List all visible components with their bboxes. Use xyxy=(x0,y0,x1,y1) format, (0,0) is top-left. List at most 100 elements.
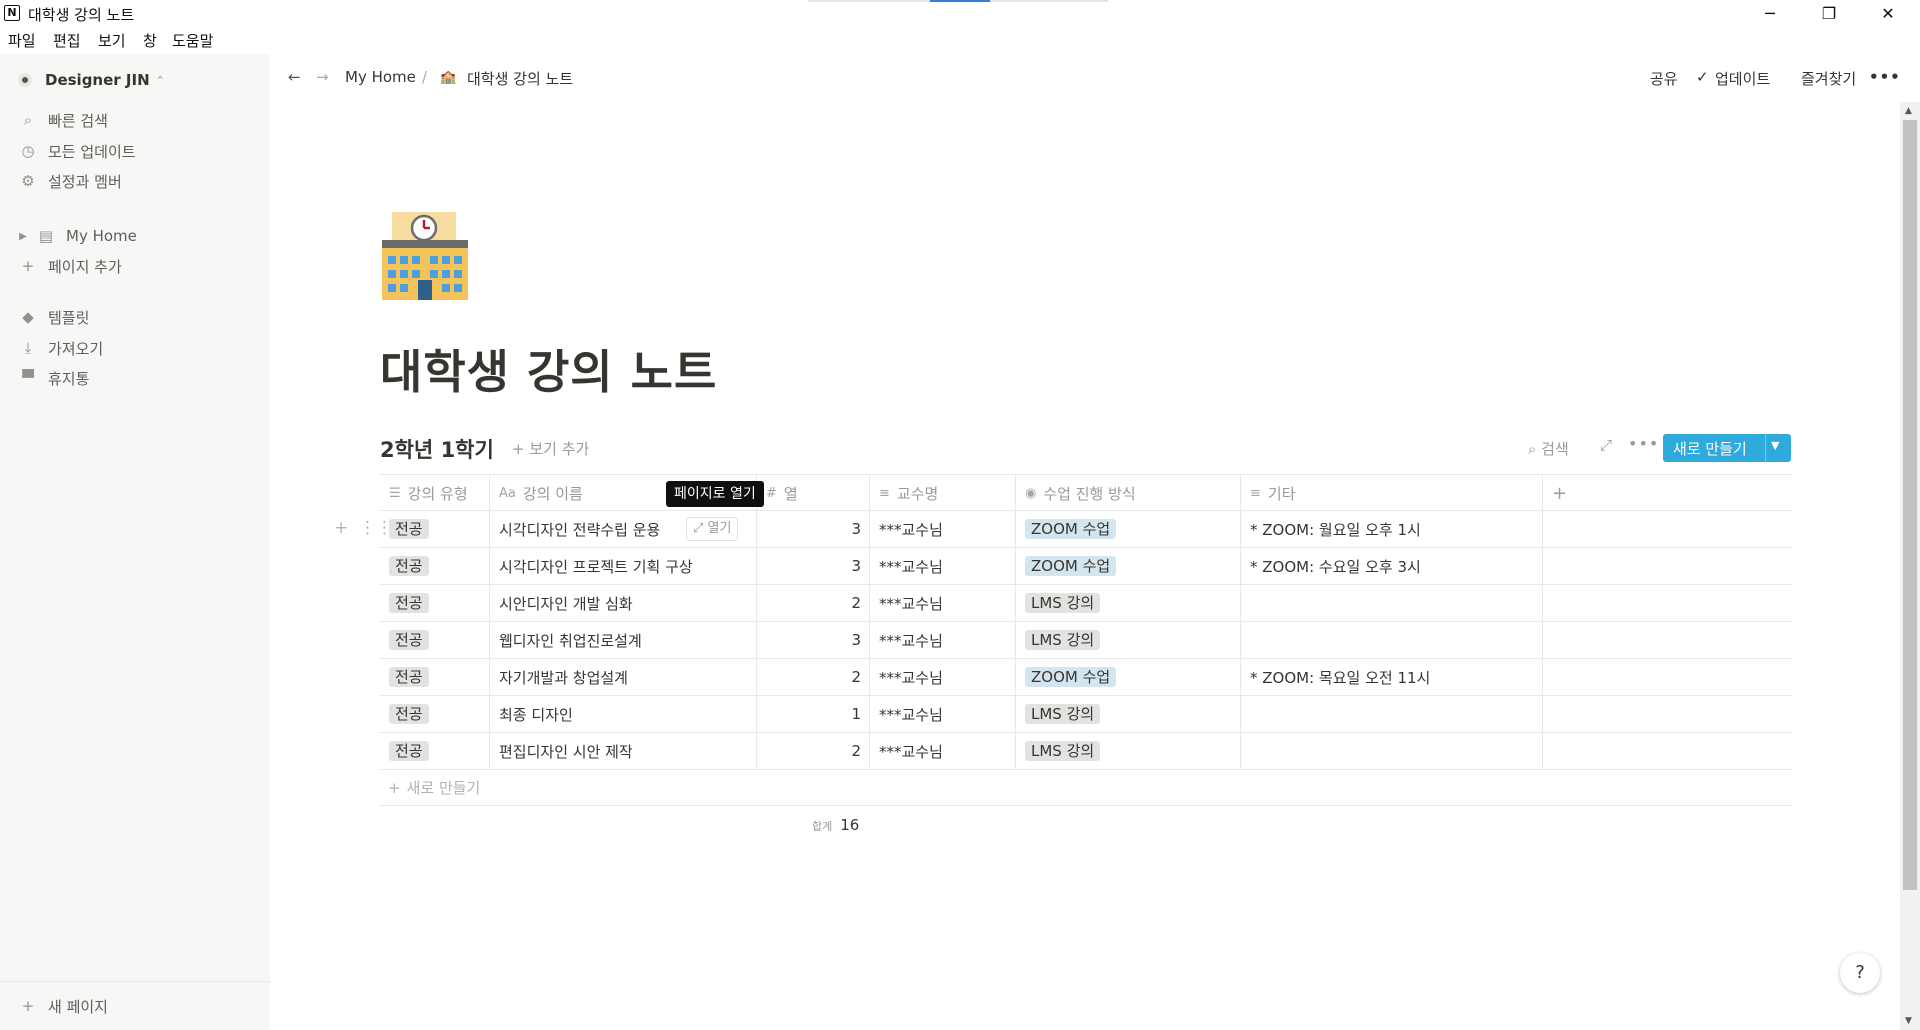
cell-name[interactable]: 자기개발과 창업설계 xyxy=(490,659,757,695)
sidebar-item-import[interactable]: ⤓ 가져오기 xyxy=(0,334,270,362)
menu-bar: 파일 편집 보기 창 도움말 xyxy=(0,28,1920,52)
column-header-credits[interactable]: # 열 xyxy=(757,475,870,511)
cell-method[interactable]: ZOOM 수업 xyxy=(1016,511,1241,547)
table-row[interactable]: 전공 웹디자인 취업진로설계 3 ***교수님 LMS 강의 xyxy=(380,622,1792,659)
table-row[interactable]: 전공 최종 디자인 1 ***교수님 LMS 강의 xyxy=(380,696,1792,733)
cell-name[interactable]: 편집디자인 시안 제작 xyxy=(490,733,757,769)
menu-help[interactable]: 도움말 xyxy=(172,30,213,51)
more-options-button[interactable]: ••• xyxy=(1869,68,1901,86)
minimize-button[interactable]: ─ xyxy=(1747,0,1793,28)
sidebar-item-quick-search[interactable]: ⌕ 빠른 검색 xyxy=(0,106,270,134)
breadcrumb-current-page[interactable]: 대학생 강의 노트 xyxy=(467,68,573,89)
cell-type[interactable]: 전공 xyxy=(380,622,490,658)
cell-notes[interactable] xyxy=(1241,733,1543,769)
database-view-title[interactable]: 2학년 1학기 xyxy=(380,434,494,464)
cell-credits[interactable]: 3 xyxy=(757,548,870,584)
more-icon[interactable]: ••• xyxy=(1628,434,1659,453)
database-search-button[interactable]: ⌕ 검색 xyxy=(1528,438,1569,459)
sidebar-item-trash[interactable]: ▀ 휴지통 xyxy=(0,364,270,392)
page-title[interactable]: 대학생 강의 노트 xyxy=(380,336,717,402)
cell-method[interactable]: ZOOM 수업 xyxy=(1016,659,1241,695)
sidebar-item-templates[interactable]: ◆ 템플릿 xyxy=(0,303,270,331)
menu-view[interactable]: 보기 xyxy=(98,30,126,51)
caret-right-icon[interactable]: ▶ xyxy=(16,231,30,242)
cell-professor[interactable]: ***교수님 xyxy=(870,696,1016,732)
cell-professor[interactable]: ***교수님 xyxy=(870,511,1016,547)
cell-method[interactable]: LMS 강의 xyxy=(1016,622,1241,658)
sidebar-item-settings[interactable]: ⚙ 설정과 멤버 xyxy=(0,167,270,195)
column-header-professor[interactable]: ≡ 교수명 xyxy=(870,475,1016,511)
table-row[interactable]: 전공 시각디자인 프로젝트 기획 구상 3 ***교수님 ZOOM 수업 * ZOOM: … xyxy=(380,548,1792,585)
favorites-button[interactable]: 즐겨찾기 xyxy=(1801,68,1856,89)
cell-method[interactable]: LMS 강의 xyxy=(1016,585,1241,621)
cell-credits[interactable]: 1 xyxy=(757,696,870,732)
close-button[interactable]: ✕ xyxy=(1865,0,1911,28)
add-column-button[interactable]: + xyxy=(1543,475,1792,511)
cell-method[interactable]: ZOOM 수업 xyxy=(1016,548,1241,584)
cell-name[interactable]: 최종 디자인 xyxy=(490,696,757,732)
row-drag-handle[interactable]: + ⋮⋮ xyxy=(334,518,393,538)
table-row[interactable]: 전공 자기개발과 창업설계 2 ***교수님 ZOOM 수업 * ZOOM: 목요일 오전… xyxy=(380,659,1792,696)
table-row[interactable]: 전공 편집디자인 시안 제작 2 ***교수님 LMS 강의 xyxy=(380,733,1792,770)
sidebar-add-page[interactable]: + 페이지 추가 xyxy=(0,252,270,280)
new-record-button[interactable]: 새로 만들기 ▼ xyxy=(1663,434,1791,462)
cell-name[interactable]: 시각디자인 프로젝트 기획 구상 xyxy=(490,548,757,584)
add-view-button[interactable]: + 보기 추가 xyxy=(512,438,589,459)
scroll-down-arrow-icon[interactable]: ▼ xyxy=(1905,1016,1912,1026)
school-building-icon[interactable] xyxy=(380,210,472,302)
back-arrow-icon[interactable]: ← xyxy=(288,68,301,86)
cell-name[interactable]: 시안디자인 개발 심화 xyxy=(490,585,757,621)
cell-type[interactable]: 전공 xyxy=(380,733,490,769)
new-row-button[interactable]: + 새로 만들기 xyxy=(380,770,1792,806)
new-page-button[interactable]: + 새 페이지 xyxy=(0,992,270,1020)
cell-method[interactable]: LMS 강의 xyxy=(1016,733,1241,769)
cell-type[interactable]: 전공 xyxy=(380,511,490,547)
cell-credits[interactable]: 3 xyxy=(757,622,870,658)
cell-professor[interactable]: ***교수님 xyxy=(870,548,1016,584)
vertical-scrollbar[interactable]: ▲ ▼ xyxy=(1900,102,1920,1030)
cell-notes[interactable]: * ZOOM: 수요일 오후 3시 xyxy=(1241,548,1543,584)
cell-notes[interactable] xyxy=(1241,585,1543,621)
open-as-page-button[interactable]: ⤢ 열기 xyxy=(686,517,739,541)
breadcrumb-my-home[interactable]: My Home xyxy=(345,68,416,86)
calculation-sum[interactable]: 합계 16 xyxy=(812,816,859,834)
cell-type[interactable]: 전공 xyxy=(380,548,490,584)
cell-credits[interactable]: 2 xyxy=(757,659,870,695)
cell-credits[interactable]: 2 xyxy=(757,733,870,769)
share-button[interactable]: 공유 xyxy=(1650,68,1678,89)
menu-edit[interactable]: 편집 xyxy=(53,30,81,51)
menu-file[interactable]: 파일 xyxy=(8,30,36,51)
column-header-notes[interactable]: ≡ 기타 xyxy=(1241,475,1543,511)
cell-professor[interactable]: ***교수님 xyxy=(870,659,1016,695)
help-button[interactable]: ? xyxy=(1840,953,1880,993)
table-row[interactable]: 전공 시안디자인 개발 심화 2 ***교수님 LMS 강의 xyxy=(380,585,1792,622)
chevron-down-icon[interactable]: ▼ xyxy=(1771,439,1779,452)
cell-method[interactable]: LMS 강의 xyxy=(1016,696,1241,732)
updates-button[interactable]: 업데이트 xyxy=(1715,68,1770,89)
cell-notes[interactable] xyxy=(1241,622,1543,658)
column-header-method[interactable]: ◉ 수업 진행 방식 xyxy=(1016,475,1241,511)
cell-type[interactable]: 전공 xyxy=(380,585,490,621)
table-row[interactable]: 전공 시각디자인 전략수립 운용 3 ***교수님 ZOOM 수업 * ZOOM: 월요일… xyxy=(380,511,1792,548)
cell-notes[interactable] xyxy=(1241,696,1543,732)
expand-icon[interactable]: ⤢ xyxy=(1600,436,1612,454)
workspace-switcher[interactable]: Designer JIN ⌃ xyxy=(18,67,165,93)
cell-type[interactable]: 전공 xyxy=(380,696,490,732)
cell-name[interactable]: 웹디자인 취업진로설계 xyxy=(490,622,757,658)
sidebar-item-all-updates[interactable]: ◷ 모든 업데이트 xyxy=(0,137,270,165)
column-header-type[interactable]: ☰ 강의 유형 xyxy=(380,475,490,511)
scrollbar-thumb[interactable] xyxy=(1903,120,1917,890)
menu-window[interactable]: 창 xyxy=(143,30,157,51)
forward-arrow-icon[interactable]: → xyxy=(316,68,329,86)
sidebar-item-my-home[interactable]: ▶ ▤ My Home xyxy=(0,222,270,250)
cell-professor[interactable]: ***교수님 xyxy=(870,622,1016,658)
cell-professor[interactable]: ***교수님 xyxy=(870,733,1016,769)
cell-type[interactable]: 전공 xyxy=(380,659,490,695)
restore-button[interactable]: ❐ xyxy=(1806,0,1852,28)
cell-credits[interactable]: 2 xyxy=(757,585,870,621)
scroll-up-arrow-icon[interactable]: ▲ xyxy=(1905,106,1912,116)
cell-notes[interactable]: * ZOOM: 월요일 오후 1시 xyxy=(1241,511,1543,547)
cell-professor[interactable]: ***교수님 xyxy=(870,585,1016,621)
cell-credits[interactable]: 3 xyxy=(757,511,870,547)
cell-notes[interactable]: * ZOOM: 목요일 오전 11시 xyxy=(1241,659,1543,695)
